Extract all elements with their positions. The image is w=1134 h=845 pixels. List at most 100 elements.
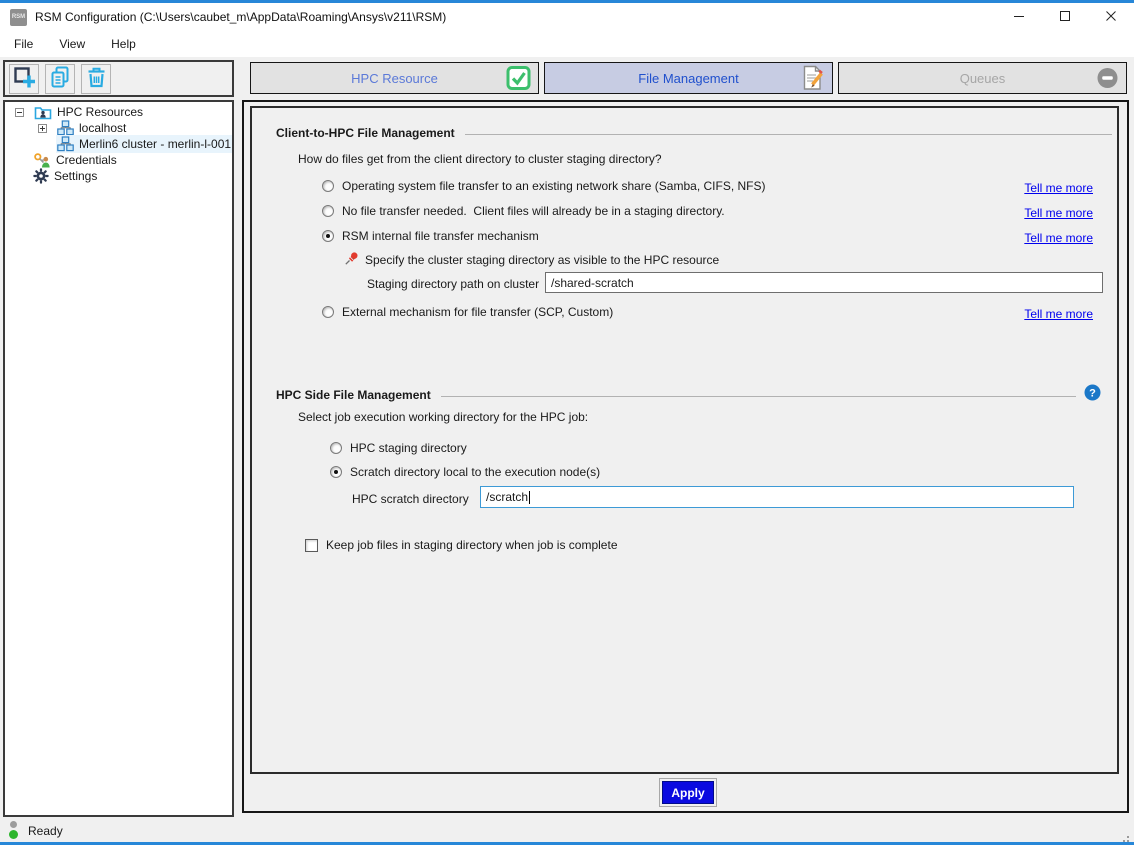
radio-hpc-staging-directory-label: HPC staging directory xyxy=(350,441,467,455)
tree-item-credentials[interactable]: Credentials xyxy=(5,152,232,168)
staging-path-label: Staging directory path on cluster xyxy=(367,277,539,291)
status-bar: Ready xyxy=(0,820,1134,842)
radio-icon[interactable] xyxy=(322,205,334,217)
menu-view[interactable]: View xyxy=(47,33,97,55)
apply-button-frame: Apply xyxy=(659,778,717,807)
cluster-icon xyxy=(57,120,74,136)
status-text: Ready xyxy=(28,824,63,838)
pin-note-row: Specify the cluster staging directory as… xyxy=(344,251,719,269)
keep-files-checkbox-row[interactable]: Keep job files in staging directory when… xyxy=(305,538,618,552)
checkbox-unchecked-icon[interactable] xyxy=(305,539,318,552)
help-icon[interactable]: ? xyxy=(1084,384,1101,404)
radio-checked-icon[interactable] xyxy=(330,466,342,478)
tab-file-management[interactable]: File Management xyxy=(544,62,833,94)
window-controls xyxy=(996,3,1134,31)
tab-queues[interactable]: Queues xyxy=(838,62,1127,94)
cluster-icon xyxy=(57,136,74,152)
tell-me-more-link-1[interactable]: Tell me more xyxy=(1024,181,1093,195)
add-configuration-button[interactable] xyxy=(9,64,39,94)
tab-hpc-resource-label: HPC Resource xyxy=(351,71,438,86)
add-icon xyxy=(13,66,36,92)
disabled-minus-icon xyxy=(1096,67,1119,90)
configuration-tree: HPC Resources localhost xyxy=(3,100,234,817)
scratch-directory-value: /scratch xyxy=(486,490,528,504)
tree-item-settings[interactable]: Settings xyxy=(5,168,232,184)
radio-os-file-transfer[interactable]: Operating system file transfer to an exi… xyxy=(322,179,766,193)
keep-files-checkbox-label: Keep job files in staging directory when… xyxy=(326,538,618,552)
config-tabs: HPC Resource File Management xyxy=(250,62,1127,94)
minimize-icon xyxy=(1013,10,1025,25)
pushpin-icon xyxy=(344,251,359,269)
hpc-section-header: HPC Side File Management xyxy=(276,388,1076,402)
hpc-resources-folder-icon xyxy=(34,105,52,120)
radio-icon[interactable] xyxy=(330,442,342,454)
tree-label-hpc-resources: HPC Resources xyxy=(57,105,143,119)
trash-icon xyxy=(85,66,108,92)
tab-queues-label: Queues xyxy=(960,71,1006,86)
resize-grip[interactable] xyxy=(1127,836,1129,838)
tree-label-settings: Settings xyxy=(54,169,97,183)
green-check-icon xyxy=(506,66,531,91)
staging-path-value: /shared-scratch xyxy=(551,276,634,290)
close-button[interactable] xyxy=(1088,3,1134,31)
menu-file[interactable]: File xyxy=(2,33,45,55)
expand-expander-icon[interactable] xyxy=(38,124,47,133)
maximize-icon xyxy=(1059,10,1071,25)
minimize-button[interactable] xyxy=(996,3,1042,31)
app-icon: RSM xyxy=(10,9,27,26)
radio-external-mechanism-label: External mechanism for file transfer (SC… xyxy=(342,305,613,319)
tree-item-merlin6-cluster[interactable]: Merlin6 cluster - merlin-l-001 xyxy=(5,136,232,152)
client-section-header: Client-to-HPC File Management xyxy=(276,126,1112,140)
radio-scratch-directory[interactable]: Scratch directory local to the execution… xyxy=(330,465,600,479)
radio-icon[interactable] xyxy=(322,306,334,318)
status-green-dot-icon xyxy=(9,830,18,839)
section-rule xyxy=(441,396,1076,397)
client-question: How do files get from the client directo… xyxy=(298,152,662,166)
tab-hpc-resource[interactable]: HPC Resource xyxy=(250,62,539,94)
maximize-button[interactable] xyxy=(1042,3,1088,31)
tree-label-credentials: Credentials xyxy=(56,153,117,167)
tree-item-localhost[interactable]: localhost xyxy=(5,120,232,136)
radio-no-file-transfer[interactable]: No file transfer needed. Client files wi… xyxy=(322,204,725,218)
file-management-panel: Client-to-HPC File Management How do fil… xyxy=(250,106,1119,774)
radio-icon[interactable] xyxy=(322,180,334,192)
tell-me-more-link-4[interactable]: Tell me more xyxy=(1024,307,1093,321)
menu-help[interactable]: Help xyxy=(99,33,148,55)
pin-note-text: Specify the cluster staging directory as… xyxy=(365,253,719,267)
radio-checked-icon[interactable] xyxy=(322,230,334,242)
tab-file-management-label: File Management xyxy=(638,71,738,86)
hpc-section-title: HPC Side File Management xyxy=(276,388,431,402)
file-management-page: Client-to-HPC File Management How do fil… xyxy=(242,100,1129,813)
staging-path-input[interactable]: /shared-scratch xyxy=(545,272,1103,293)
tree-label-merlin6-cluster: Merlin6 cluster - merlin-l-001 xyxy=(79,137,231,151)
tell-me-more-link-2[interactable]: Tell me more xyxy=(1024,206,1093,220)
tree-label-localhost: localhost xyxy=(79,121,126,135)
collapse-expander-icon[interactable] xyxy=(15,108,24,117)
menu-bar: File View Help xyxy=(0,31,1134,57)
svg-text:?: ? xyxy=(1089,387,1096,399)
window-title: RSM Configuration (C:\Users\caubet_m\App… xyxy=(35,10,446,24)
tell-me-more-link-3[interactable]: Tell me more xyxy=(1024,231,1093,245)
duplicate-configuration-button[interactable] xyxy=(45,64,75,94)
settings-gear-icon xyxy=(33,168,49,184)
title-bar[interactable]: RSM RSM Configuration (C:\Users\caubet_m… xyxy=(0,3,1134,31)
radio-no-file-transfer-label: No file transfer needed. Client files wi… xyxy=(342,204,725,218)
credentials-icon xyxy=(33,152,51,168)
delete-configuration-button[interactable] xyxy=(81,64,111,94)
hpc-question: Select job execution working directory f… xyxy=(298,410,588,424)
status-gray-dot-icon xyxy=(10,821,17,828)
apply-button[interactable]: Apply xyxy=(662,781,714,804)
rsm-configuration-window: RSM RSM Configuration (C:\Users\caubet_m… xyxy=(0,0,1134,845)
close-icon xyxy=(1105,10,1117,25)
radio-external-mechanism[interactable]: External mechanism for file transfer (SC… xyxy=(322,305,613,319)
radio-os-file-transfer-label: Operating system file transfer to an exi… xyxy=(342,179,766,193)
radio-rsm-internal-transfer[interactable]: RSM internal file transfer mechanism xyxy=(322,229,539,243)
edit-document-icon xyxy=(800,65,825,91)
tree-item-hpc-resources[interactable]: HPC Resources xyxy=(5,104,232,120)
tree-toolbar xyxy=(3,60,234,97)
section-rule xyxy=(465,134,1112,135)
text-caret xyxy=(529,491,530,504)
radio-scratch-directory-label: Scratch directory local to the execution… xyxy=(350,465,600,479)
radio-hpc-staging-directory[interactable]: HPC staging directory xyxy=(330,441,467,455)
scratch-directory-input[interactable]: /scratch xyxy=(480,486,1074,508)
